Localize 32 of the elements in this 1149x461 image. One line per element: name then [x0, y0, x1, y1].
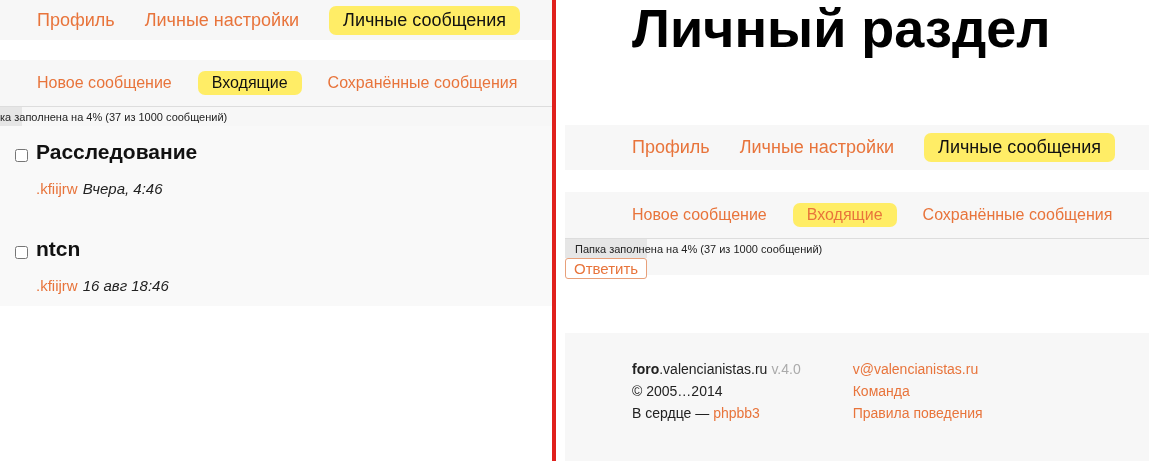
author-link[interactable]: .kfiijrw: [36, 277, 78, 294]
nav-tab[interactable]: Профиль: [632, 133, 710, 162]
folder-tab[interactable]: Новое сообщение: [632, 203, 767, 227]
message-title: ntcn: [36, 237, 82, 261]
footer-link[interactable]: v@valencianistas.ru: [852, 361, 983, 378]
engine-link[interactable]: phpbb3: [713, 405, 760, 422]
folder-tab[interactable]: Сохранённые сообщения: [922, 203, 1113, 227]
message-checkbox[interactable]: [15, 246, 28, 259]
reply-button[interactable]: Ответить: [565, 258, 648, 279]
powered-by-text: В сердце —: [632, 405, 710, 422]
message-title: Расследование: [36, 140, 198, 164]
message-date: 16 авг 18:46: [82, 277, 169, 294]
folder-usage-text: Папка заполнена на 4% (37 из 1000 сообщений): [574, 242, 823, 255]
author-link[interactable]: .kfiijrw: [36, 180, 78, 197]
folder-tab[interactable]: Входящие: [197, 71, 302, 95]
version-text: v.4.0: [771, 361, 801, 378]
site-name: foro.valencianistas.ru: [632, 361, 768, 378]
copyright-text: © 2005…2014: [632, 383, 724, 400]
folder-tab[interactable]: Новое сообщение: [37, 71, 172, 95]
footer-link[interactable]: Правила поведения: [852, 405, 983, 422]
nav-tab[interactable]: Личные настройки: [739, 133, 895, 162]
folder-usage-text: ка заполнена на 4% (37 из 1000 сообщений): [0, 110, 228, 123]
folder-tab[interactable]: Входящие: [792, 203, 897, 227]
nav-tab[interactable]: Личные сообщения: [924, 133, 1116, 162]
nav-tab[interactable]: Профиль: [37, 5, 115, 35]
nav-tab[interactable]: Личные сообщения: [329, 5, 521, 35]
message-date: Вчера, 4:46: [82, 180, 163, 197]
nav-tab[interactable]: Личные настройки: [144, 5, 300, 35]
folder-tab[interactable]: Сохранённые сообщения: [327, 71, 518, 95]
page-title: Личный раздел: [632, 0, 1052, 56]
message-checkbox[interactable]: [15, 149, 28, 162]
footer-link[interactable]: Команда: [852, 383, 983, 400]
